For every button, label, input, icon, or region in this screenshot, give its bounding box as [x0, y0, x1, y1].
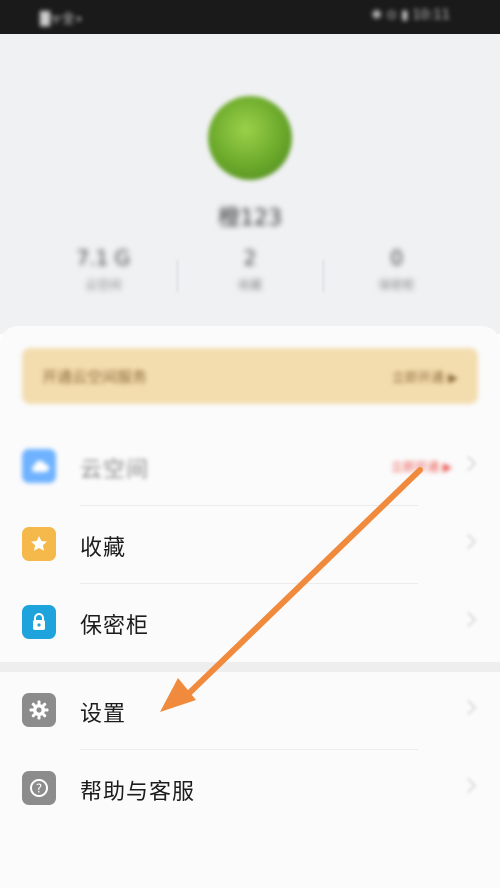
question-icon: ?: [22, 771, 56, 805]
stat-value: 2: [243, 246, 257, 270]
status-left-text: █ᯤ全∙: [40, 12, 84, 27]
svg-text:?: ?: [36, 782, 42, 796]
chevron-right-icon: [460, 611, 477, 628]
cloud-promo-banner[interactable]: 开通云空间服务 立即开通 ▶: [22, 348, 478, 404]
chevron-right-icon: [460, 699, 477, 716]
menu-label: 设置: [80, 702, 127, 727]
lock-icon: [22, 605, 56, 639]
stat-label: 保密柜: [378, 278, 415, 292]
menu-item-vault[interactable]: 保密柜: [0, 584, 500, 662]
chevron-right-icon: [460, 777, 477, 794]
cloud-badge: 立即开通 ▶: [390, 460, 452, 474]
stat-value: 7.1 G: [76, 246, 131, 270]
chevron-right-icon: [460, 455, 477, 472]
menu-label: 云空间: [80, 458, 150, 483]
star-icon: [22, 527, 56, 561]
stat-favorites[interactable]: 2 收藏: [177, 246, 324, 306]
menu-item-favorites[interactable]: 收藏: [0, 506, 500, 584]
menu-label: 帮助与客服: [80, 780, 196, 805]
stat-label: 云空间: [85, 278, 122, 292]
stat-vault[interactable]: 0 保密柜: [323, 246, 470, 306]
avatar[interactable]: [208, 96, 292, 180]
gear-icon: [22, 693, 56, 727]
status-bar: █ᯤ全∙ ✱ ⊙ ▮ 10:11: [0, 0, 500, 34]
menu-item-help[interactable]: ? 帮助与客服: [0, 750, 500, 828]
stats-divider: [323, 260, 324, 292]
stat-label: 收藏: [238, 278, 263, 292]
section-gap: [0, 662, 500, 672]
profile-stats: 7.1 G 云空间 2 收藏 0 保密柜: [30, 246, 470, 306]
menu-item-settings[interactable]: 设置: [0, 672, 500, 750]
banner-title: 开通云空间服务: [42, 367, 148, 386]
banner-action[interactable]: 立即开通 ▶: [392, 367, 458, 386]
status-right-text: ✱ ⊙ ▮ 10:11: [371, 8, 450, 23]
username: 橙123: [218, 206, 282, 231]
chevron-right-icon: [460, 533, 477, 550]
menu-label: 保密柜: [80, 614, 150, 639]
stat-value: 0: [390, 246, 404, 270]
cloud-icon: [22, 449, 56, 483]
profile-header: 橙123 7.1 G 云空间 2 收藏 0 保密柜: [0, 34, 500, 334]
stats-divider: [177, 260, 178, 292]
menu-item-cloud[interactable]: 云空间 立即开通 ▶: [0, 428, 500, 506]
stat-cloud[interactable]: 7.1 G 云空间: [30, 246, 177, 306]
menu-label: 收藏: [80, 536, 127, 561]
